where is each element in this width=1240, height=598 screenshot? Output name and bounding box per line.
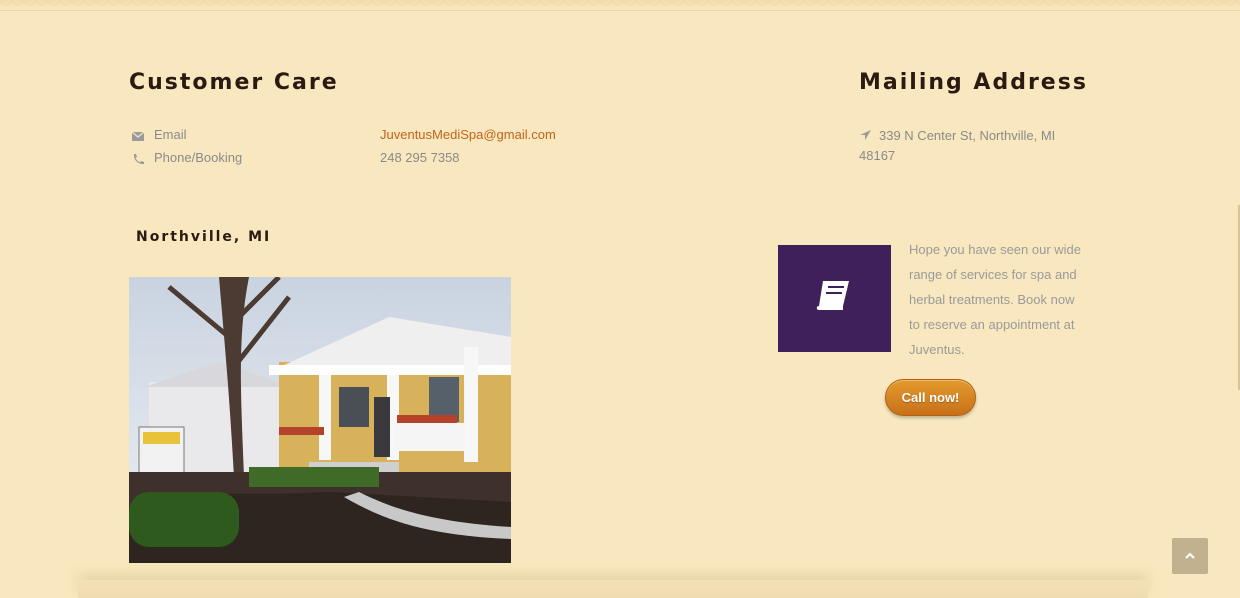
phone-icon: [131, 152, 145, 165]
footer-edge: [78, 580, 1148, 598]
email-label: Email: [154, 127, 187, 142]
mailing-address-title: Mailing Address: [859, 70, 1088, 95]
phone-label: Phone/Booking: [154, 150, 243, 165]
page: Customer Care Email JuventusMediSpa@gmai…: [0, 0, 1240, 598]
location-arrow-icon: [859, 127, 873, 146]
email-row: Email: [131, 126, 187, 144]
promo-text: Hope you have seen our wide range of ser…: [909, 242, 1082, 357]
location-subtitle: Northville, MI: [136, 229, 272, 245]
call-now-button[interactable]: Call now!: [885, 379, 976, 416]
spa-building-photo: [129, 277, 511, 563]
phone-row: Phone/Booking: [131, 149, 242, 167]
email-link[interactable]: JuventusMediSpa@gmail.com: [380, 127, 556, 142]
book-icon-box: [778, 245, 891, 352]
chevron-up-icon: [1185, 547, 1195, 565]
decorative-top-border: [0, 0, 1240, 11]
book-icon: [815, 278, 855, 319]
address-text: 339 N Center St, Northville, MI 48167: [859, 128, 1056, 163]
envelope-icon: [131, 129, 145, 141]
back-to-top-button[interactable]: [1172, 538, 1208, 574]
phone-value: 248 295 7358: [380, 150, 460, 165]
customer-care-title: Customer Care: [129, 70, 339, 95]
address-block: 339 N Center St, Northville, MI 48167: [859, 126, 1069, 165]
